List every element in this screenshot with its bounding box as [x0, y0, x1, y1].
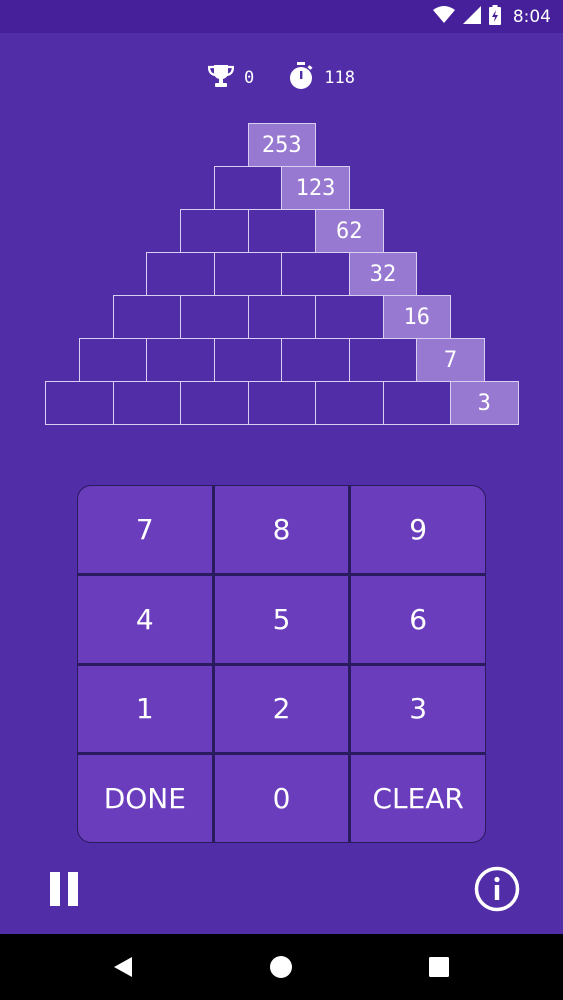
- pyramid-brick-empty[interactable]: [281, 338, 350, 382]
- recents-square-icon: [429, 957, 449, 977]
- pyramid-brick-empty[interactable]: [213, 252, 283, 296]
- pyramid-brick-filled[interactable]: 123: [281, 166, 350, 210]
- key-5[interactable]: 5: [214, 575, 349, 663]
- info-icon: [474, 866, 520, 912]
- pyramid-brick-filled[interactable]: 253: [247, 123, 316, 167]
- key-2[interactable]: 2: [214, 665, 349, 753]
- pyramid-brick-empty[interactable]: [45, 381, 114, 425]
- key-0[interactable]: 0: [214, 755, 349, 842]
- key-4[interactable]: 4: [78, 575, 212, 663]
- recents-button[interactable]: [416, 934, 462, 1000]
- key-7[interactable]: 7: [78, 486, 212, 573]
- pyramid-brick-empty[interactable]: [247, 381, 316, 425]
- pyramid-brick-empty[interactable]: [382, 381, 451, 425]
- home-circle-icon: [270, 956, 292, 978]
- pyramid-brick-filled[interactable]: 62: [315, 209, 384, 253]
- keypad: 7 8 9 4 5 6 1 2 3 DONE 0 CLEAR: [77, 485, 486, 843]
- key-9[interactable]: 9: [351, 486, 485, 573]
- pyramid-brick-empty[interactable]: [213, 338, 283, 382]
- pyramid: 253 123 62 32 16 7 3: [0, 0, 563, 430]
- key-6[interactable]: 6: [351, 575, 485, 663]
- pyramid-brick-empty[interactable]: [247, 295, 316, 339]
- pyramid-brick-empty[interactable]: [180, 209, 249, 253]
- pyramid-brick-empty[interactable]: [315, 295, 384, 339]
- home-button[interactable]: [258, 934, 304, 1000]
- clear-button[interactable]: CLEAR: [351, 755, 485, 842]
- pyramid-brick-empty[interactable]: [213, 166, 283, 210]
- pyramid-brick-filled[interactable]: 7: [416, 338, 485, 382]
- pyramid-brick-empty[interactable]: [281, 252, 350, 296]
- pause-icon-bar: [68, 872, 78, 906]
- back-button[interactable]: [100, 934, 146, 1000]
- back-triangle-icon: [114, 957, 132, 977]
- pause-icon-bar: [50, 872, 60, 906]
- navigation-bar: [0, 934, 563, 1000]
- pyramid-brick-filled[interactable]: 32: [348, 252, 418, 296]
- pyramid-brick-empty[interactable]: [180, 295, 249, 339]
- pyramid-brick-empty[interactable]: [315, 381, 384, 425]
- pyramid-brick-empty[interactable]: [112, 295, 181, 339]
- pyramid-brick-empty[interactable]: [112, 381, 181, 425]
- done-button[interactable]: DONE: [78, 755, 212, 842]
- pyramid-brick-empty[interactable]: [247, 209, 316, 253]
- pyramid-brick-empty[interactable]: [348, 338, 418, 382]
- pyramid-brick-filled[interactable]: 3: [450, 381, 519, 425]
- key-8[interactable]: 8: [214, 486, 349, 573]
- pyramid-brick-empty[interactable]: [78, 338, 148, 382]
- pyramid-brick-empty[interactable]: [146, 252, 215, 296]
- pause-button[interactable]: [50, 872, 82, 906]
- pyramid-brick-empty[interactable]: [180, 381, 249, 425]
- pyramid-brick-empty[interactable]: [146, 338, 215, 382]
- info-button[interactable]: [474, 866, 520, 912]
- pyramid-brick-filled[interactable]: 16: [382, 295, 451, 339]
- key-3[interactable]: 3: [351, 665, 485, 753]
- key-1[interactable]: 1: [78, 665, 212, 753]
